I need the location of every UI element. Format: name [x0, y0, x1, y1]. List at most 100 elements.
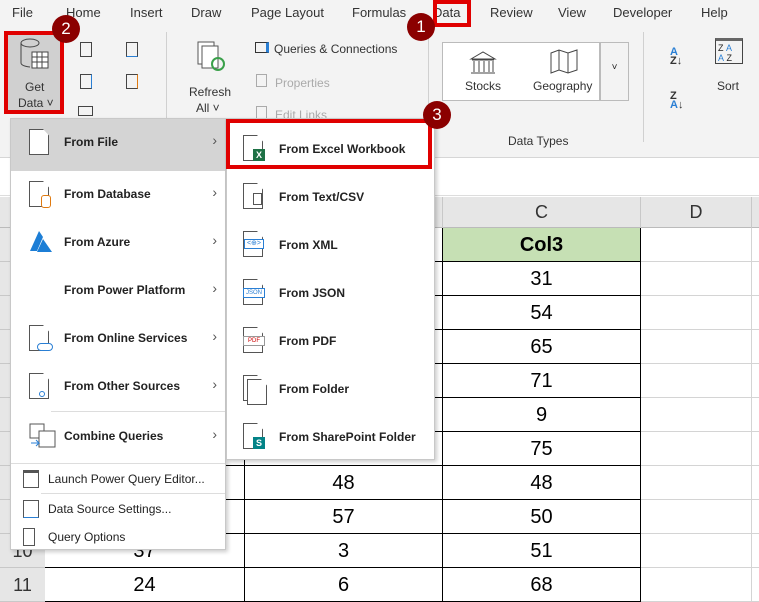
- cell-c[interactable]: 68: [443, 568, 641, 602]
- queries-connections-button[interactable]: Queries & Connections: [255, 42, 397, 56]
- highlight-from-excel-workbook: [226, 119, 432, 169]
- menu-item-from-azure[interactable]: From Azure ›: [11, 219, 225, 267]
- data-types-gallery: Stocks Geography: [442, 42, 600, 101]
- cell-c[interactable]: 51: [443, 534, 641, 568]
- cell-b[interactable]: 3: [245, 534, 443, 568]
- cell-d[interactable]: [641, 262, 752, 296]
- menu-item-data-source-settings[interactable]: Data Source Settings...: [11, 494, 225, 524]
- cell-c[interactable]: Col3: [443, 228, 641, 262]
- cell-e[interactable]: [752, 432, 759, 466]
- submenu-item-from-xml[interactable]: <⊕> From XML: [227, 221, 434, 269]
- recent-sources-icon[interactable]: [126, 42, 138, 57]
- cell-c[interactable]: 9: [443, 398, 641, 432]
- stocks-button[interactable]: Stocks: [443, 43, 523, 100]
- tab-draw[interactable]: Draw: [191, 5, 221, 20]
- cell-c[interactable]: 71: [443, 364, 641, 398]
- cell-d[interactable]: [641, 432, 752, 466]
- from-table-icon[interactable]: [78, 106, 93, 116]
- data-types-expand-button[interactable]: ˅: [600, 42, 629, 101]
- cell-e[interactable]: [752, 568, 759, 602]
- cell-d[interactable]: [641, 364, 752, 398]
- combine-queries-icon: [29, 423, 56, 451]
- menu-item-from-power-platform[interactable]: From Power Platform ›: [11, 267, 225, 315]
- geography-button[interactable]: Geography: [523, 43, 603, 100]
- cell-e[interactable]: [752, 262, 759, 296]
- menu-label: From Other Sources: [64, 379, 181, 393]
- column-header-d[interactable]: D: [641, 197, 752, 228]
- other-sources-icon: [29, 373, 51, 401]
- cell-b[interactable]: 6: [245, 568, 443, 602]
- cell-b[interactable]: 48: [245, 466, 443, 500]
- menu-item-from-other-sources[interactable]: From Other Sources ›: [11, 363, 225, 411]
- sort-button[interactable]: Z AA Z Sort: [712, 36, 752, 96]
- cell-e[interactable]: [752, 534, 759, 568]
- tab-insert[interactable]: Insert: [130, 5, 163, 20]
- menu-item-query-options[interactable]: Query Options: [11, 522, 225, 552]
- column-header-c[interactable]: C: [443, 197, 641, 228]
- cell-c[interactable]: 31: [443, 262, 641, 296]
- sort-z-a-icon[interactable]: Z A↓: [670, 91, 683, 111]
- bank-icon: [469, 51, 497, 74]
- from-web-icon[interactable]: [80, 74, 92, 89]
- tab-review[interactable]: Review: [490, 5, 533, 20]
- tab-page-layout[interactable]: Page Layout: [251, 5, 324, 20]
- query-options-icon: [23, 528, 35, 546]
- menu-label: Data Source Settings...: [48, 502, 172, 516]
- cell-c[interactable]: 48: [443, 466, 641, 500]
- menu-item-combine-queries[interactable]: Combine Queries ›: [11, 413, 225, 461]
- cell-e[interactable]: [752, 330, 759, 364]
- cell-d[interactable]: [641, 500, 752, 534]
- submenu-label: From PDF: [279, 334, 337, 348]
- tab-developer[interactable]: Developer: [613, 5, 672, 20]
- cell-e[interactable]: [752, 398, 759, 432]
- menu-item-from-file[interactable]: From File ›: [11, 119, 225, 171]
- cell-c[interactable]: 75: [443, 432, 641, 466]
- properties-button[interactable]: Properties: [256, 74, 330, 90]
- menu-item-from-database[interactable]: From Database ›: [11, 171, 225, 219]
- sort-a-z-icon[interactable]: A Z↓: [670, 47, 682, 67]
- refresh-icon: [197, 41, 225, 71]
- cell-a[interactable]: 24: [45, 568, 245, 602]
- cell-c[interactable]: 54: [443, 296, 641, 330]
- cell-d[interactable]: [641, 330, 752, 364]
- cell-d[interactable]: [641, 228, 752, 262]
- submenu-item-from-sharepoint-folder[interactable]: S From SharePoint Folder: [227, 413, 434, 461]
- menu-item-from-online-services[interactable]: From Online Services ›: [11, 315, 225, 363]
- cell-d[interactable]: [641, 398, 752, 432]
- submenu-label: From JSON: [279, 286, 346, 300]
- tab-help[interactable]: Help: [701, 5, 728, 20]
- row-header[interactable]: 11: [0, 568, 45, 602]
- tab-view[interactable]: View: [558, 5, 586, 20]
- from-text-icon[interactable]: [80, 42, 92, 57]
- cell-d[interactable]: [641, 466, 752, 500]
- submenu-item-from-pdf[interactable]: PDF From PDF: [227, 317, 434, 365]
- azure-icon: [29, 229, 52, 257]
- cell-e[interactable]: [752, 364, 759, 398]
- cell-e[interactable]: [752, 296, 759, 330]
- power-query-editor-icon: [23, 470, 39, 488]
- database-icon: [29, 181, 51, 209]
- cell-c[interactable]: 50: [443, 500, 641, 534]
- highlight-get-data: [4, 31, 64, 114]
- cell-d[interactable]: [641, 568, 752, 602]
- refresh-label-2: All ˅: [196, 101, 220, 115]
- sharepoint-file-icon: S: [243, 423, 267, 453]
- existing-connections-icon[interactable]: [126, 74, 138, 89]
- cell-e[interactable]: [752, 228, 759, 262]
- menu-item-launch-power-query-editor[interactable]: Launch Power Query Editor...: [11, 464, 225, 494]
- submenu-item-from-folder[interactable]: From Folder: [227, 365, 434, 413]
- cell-d[interactable]: [641, 296, 752, 330]
- cell-e[interactable]: [752, 500, 759, 534]
- chevron-right-icon: ›: [212, 232, 217, 248]
- stocks-label: Stocks: [465, 79, 502, 93]
- submenu-item-from-text-csv[interactable]: From Text/CSV: [227, 173, 434, 221]
- tab-file[interactable]: File: [12, 5, 33, 20]
- submenu-item-from-json[interactable]: JSON From JSON: [227, 269, 434, 317]
- refresh-all-button[interactable]: Refresh All ˅: [186, 36, 232, 116]
- cell-c[interactable]: 65: [443, 330, 641, 364]
- cell-d[interactable]: [641, 534, 752, 568]
- geography-label: Geography: [533, 79, 593, 93]
- tab-formulas[interactable]: Formulas: [352, 5, 406, 20]
- cell-e[interactable]: [752, 466, 759, 500]
- cell-b[interactable]: 57: [245, 500, 443, 534]
